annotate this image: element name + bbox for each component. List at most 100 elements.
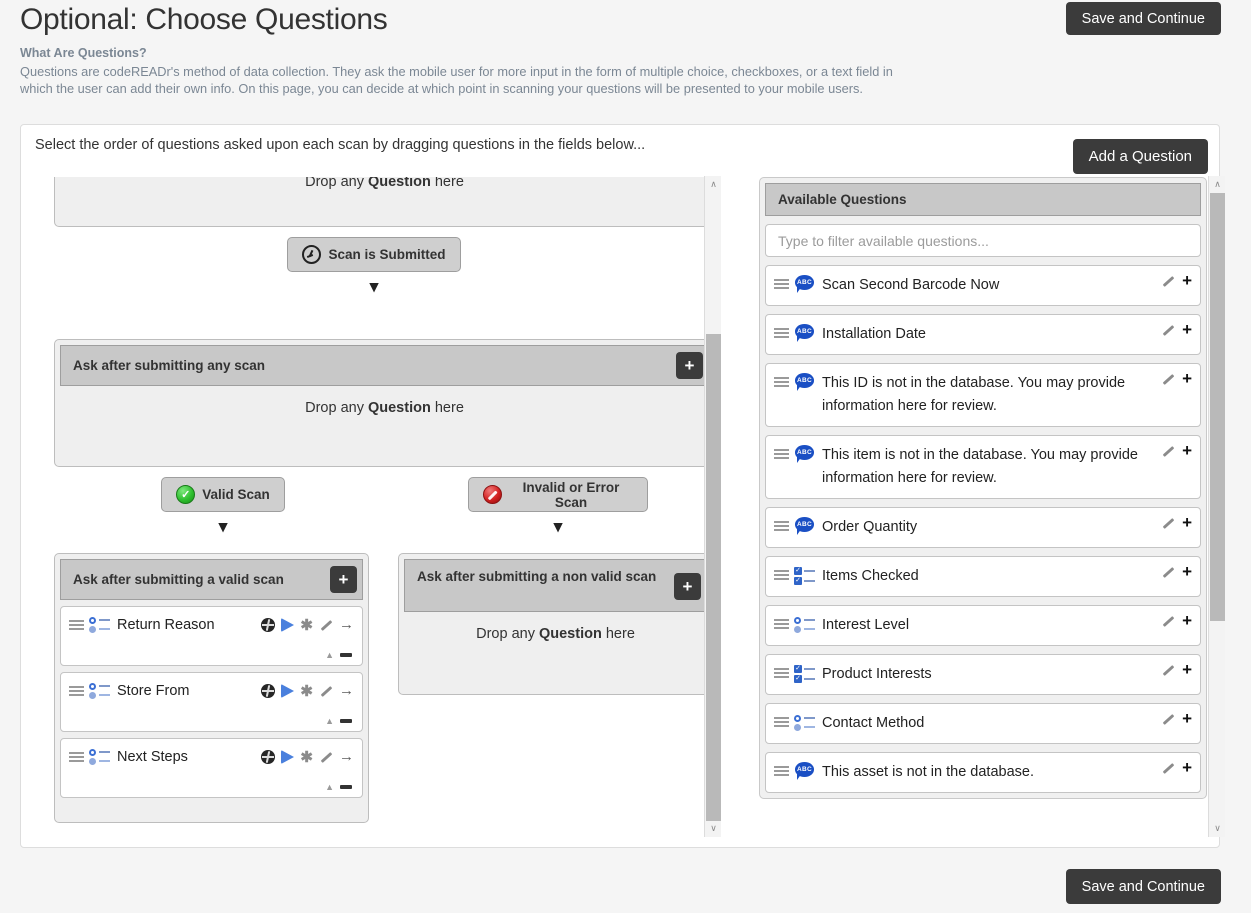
- collapse-icon[interactable]: ▲: [325, 782, 334, 792]
- flow-scrollbar[interactable]: ∧ ∨: [704, 176, 721, 837]
- tag-icon[interactable]: [281, 684, 295, 698]
- available-question-item[interactable]: ABC This asset is not in the database. +: [765, 752, 1201, 793]
- dropzone-before-scan[interactable]: Drop any Question here: [54, 177, 715, 227]
- valid-zone-header: Ask after submitting a valid scan +: [60, 559, 363, 600]
- pencil-icon[interactable]: [1161, 761, 1175, 775]
- any-scan-add-button[interactable]: +: [676, 352, 703, 379]
- drag-handle-icon[interactable]: [774, 668, 789, 679]
- assigned-question-row[interactable]: Store From ✱ → ▲: [60, 672, 363, 732]
- available-question-item[interactable]: ABC This item is not in the database. Yo…: [765, 435, 1201, 499]
- available-scroll-down-arrow[interactable]: ∨: [1209, 820, 1226, 837]
- invalid-zone-add-button[interactable]: +: [674, 573, 701, 600]
- invalid-scan-node[interactable]: Invalid or Error Scan: [468, 477, 648, 512]
- available-scrollbar[interactable]: ∧ ∨: [1208, 176, 1225, 837]
- available-question-item[interactable]: ABC Scan Second Barcode Now +: [765, 265, 1201, 306]
- dropzone-any-scan[interactable]: Ask after submitting any scan + Drop any…: [54, 339, 715, 467]
- valid-zone-add-button[interactable]: +: [330, 566, 357, 593]
- page-title: Optional: Choose Questions: [20, 3, 388, 36]
- tag-icon[interactable]: [281, 750, 295, 764]
- tag-icon[interactable]: [281, 618, 295, 632]
- save-and-continue-bottom-button[interactable]: Save and Continue: [1065, 869, 1221, 904]
- drag-handle-icon[interactable]: [774, 521, 789, 532]
- assigned-question-row[interactable]: Next Steps ✱ → ▲: [60, 738, 363, 798]
- goto-arrow-icon[interactable]: →: [339, 617, 354, 632]
- add-icon[interactable]: +: [1182, 661, 1192, 678]
- pencil-icon[interactable]: [1161, 565, 1175, 579]
- drag-handle-icon[interactable]: [774, 279, 789, 290]
- add-icon[interactable]: +: [1182, 710, 1192, 727]
- pencil-icon[interactable]: [1161, 274, 1175, 288]
- radio-list-icon: [88, 617, 110, 633]
- goto-arrow-icon[interactable]: →: [339, 749, 354, 764]
- add-icon[interactable]: +: [1182, 321, 1192, 338]
- dropzone-invalid-scan-label: Drop any Question here: [399, 612, 712, 642]
- pencil-icon[interactable]: [1161, 444, 1175, 458]
- available-question-item[interactable]: Interest Level +: [765, 605, 1201, 646]
- pencil-icon[interactable]: [1161, 372, 1175, 386]
- pencil-icon[interactable]: [319, 684, 333, 698]
- add-icon[interactable]: +: [1182, 442, 1192, 459]
- globe-icon[interactable]: [261, 750, 276, 764]
- goto-arrow-icon[interactable]: →: [339, 683, 354, 698]
- assigned-question-row[interactable]: Return Reason ✱ → ▲: [60, 606, 363, 666]
- available-question-item[interactable]: ✓ ✓ Product Interests +: [765, 654, 1201, 695]
- required-asterisk-icon[interactable]: ✱: [300, 684, 313, 699]
- flow-scroll-up-arrow[interactable]: ∧: [705, 176, 722, 193]
- pencil-icon[interactable]: [1161, 663, 1175, 677]
- dropzone-valid-scan[interactable]: Ask after submitting a valid scan + Retu…: [54, 553, 369, 823]
- save-and-continue-top-button[interactable]: Save and Continue: [1065, 2, 1221, 35]
- drag-handle-icon[interactable]: [69, 685, 84, 697]
- required-asterisk-icon[interactable]: ✱: [300, 750, 313, 765]
- globe-icon[interactable]: [261, 618, 276, 632]
- required-asterisk-icon[interactable]: ✱: [300, 618, 313, 633]
- remove-icon[interactable]: [340, 719, 352, 723]
- valid-scan-label: Valid Scan: [202, 487, 270, 502]
- available-question-item[interactable]: ✓ ✓ Items Checked +: [765, 556, 1201, 597]
- remove-icon[interactable]: [340, 785, 352, 789]
- available-scroll-thumb[interactable]: [1210, 193, 1225, 621]
- drag-handle-icon[interactable]: [774, 449, 789, 460]
- drag-handle-icon[interactable]: [774, 619, 789, 630]
- drag-handle-icon[interactable]: [774, 570, 789, 581]
- scan-is-submitted-node[interactable]: Scan is Submitted: [287, 237, 461, 272]
- pencil-icon[interactable]: [1161, 323, 1175, 337]
- dropzone-invalid-scan[interactable]: Ask after submitting a non valid scan + …: [398, 553, 713, 695]
- available-scroll-up-arrow[interactable]: ∧: [1209, 176, 1226, 193]
- add-icon[interactable]: +: [1182, 563, 1192, 580]
- available-question-label: Scan Second Barcode Now: [822, 277, 1000, 293]
- collapse-icon[interactable]: ▲: [325, 650, 334, 660]
- pencil-icon[interactable]: [1161, 712, 1175, 726]
- add-icon[interactable]: +: [1182, 759, 1192, 776]
- valid-scan-node[interactable]: ✓ Valid Scan: [161, 477, 285, 512]
- chevron-down-icon-1: ▾: [369, 277, 379, 296]
- pencil-icon[interactable]: [319, 750, 333, 764]
- add-icon[interactable]: +: [1182, 272, 1192, 289]
- pencil-icon[interactable]: [1161, 516, 1175, 530]
- add-icon[interactable]: +: [1182, 370, 1192, 387]
- add-icon[interactable]: +: [1182, 612, 1192, 629]
- pencil-icon[interactable]: [1161, 614, 1175, 628]
- drag-handle-icon[interactable]: [774, 328, 789, 339]
- drag-handle-icon[interactable]: [69, 751, 84, 763]
- remove-icon[interactable]: [340, 653, 352, 657]
- drag-handle-icon[interactable]: [69, 619, 84, 631]
- filter-questions-input[interactable]: [765, 224, 1201, 257]
- chevron-down-icon-3: ▾: [553, 517, 563, 536]
- available-question-item[interactable]: ABC This ID is not in the database. You …: [765, 363, 1201, 427]
- chevron-down-icon-2: ▾: [218, 517, 228, 536]
- drag-handle-icon[interactable]: [774, 717, 789, 728]
- checkbox-list-icon: ✓ ✓: [793, 665, 815, 683]
- drag-handle-icon[interactable]: [774, 377, 789, 388]
- add-a-question-button[interactable]: Add a Question: [1072, 139, 1208, 174]
- add-icon[interactable]: +: [1182, 514, 1192, 531]
- globe-icon[interactable]: [261, 684, 276, 698]
- collapse-icon[interactable]: ▲: [325, 716, 334, 726]
- flow-scroll-thumb[interactable]: [706, 334, 721, 821]
- pencil-icon[interactable]: [319, 618, 333, 632]
- flow-scroll-down-arrow[interactable]: ∨: [705, 820, 722, 837]
- available-question-item[interactable]: ABC Installation Date +: [765, 314, 1201, 355]
- available-question-item[interactable]: Contact Method +: [765, 703, 1201, 744]
- drag-handle-icon[interactable]: [774, 766, 789, 777]
- available-question-item[interactable]: ABC Order Quantity +: [765, 507, 1201, 548]
- any-scan-zone-header: Ask after submitting any scan +: [60, 345, 709, 386]
